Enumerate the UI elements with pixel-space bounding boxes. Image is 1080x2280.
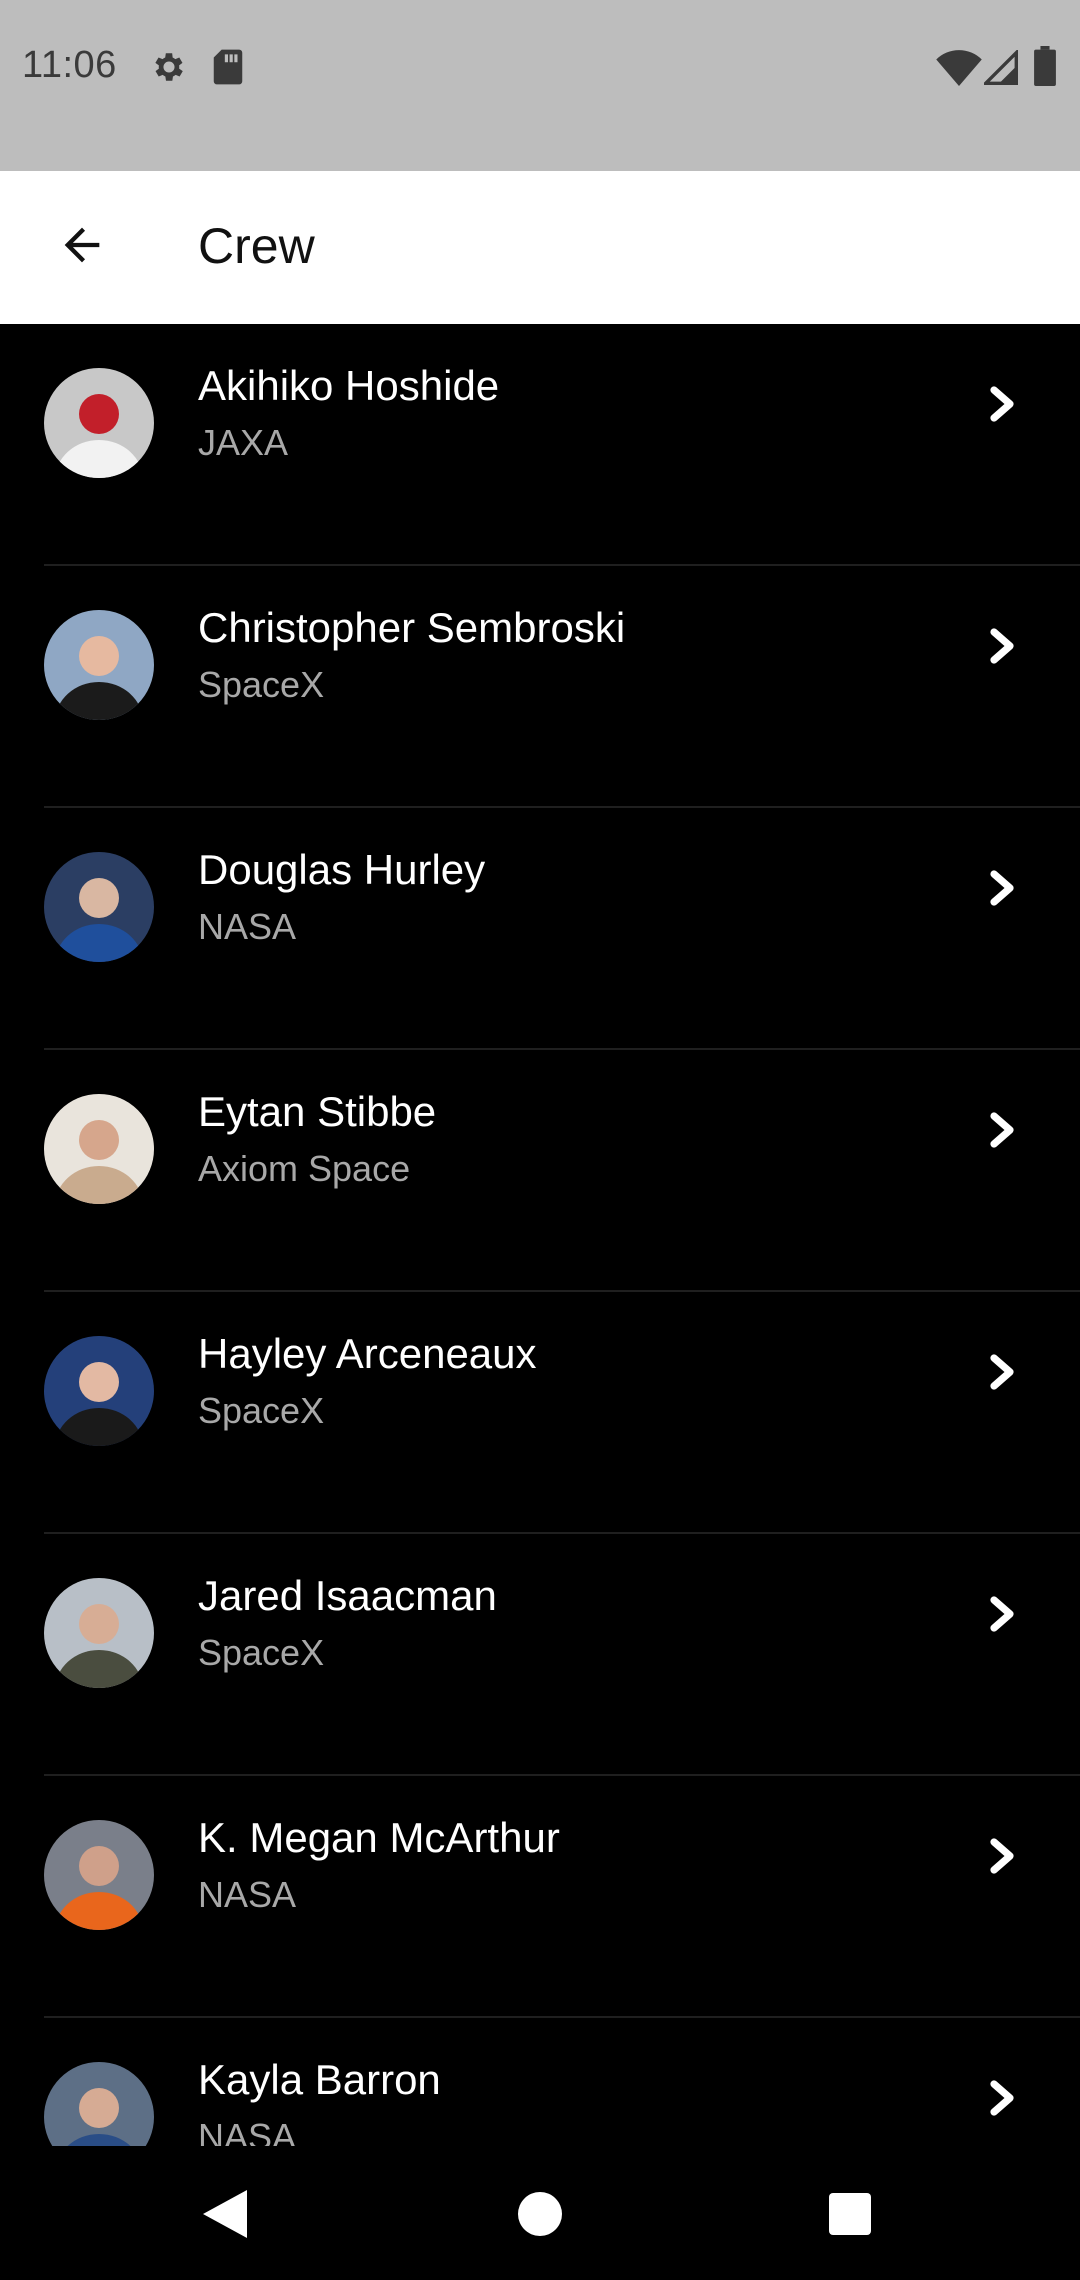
battery-icon [1034,46,1056,91]
nav-recents-button[interactable] [810,2176,890,2256]
chevron-right-icon [984,1106,1020,1154]
crew-name: K. Megan McArthur [198,1814,560,1861]
system-nav-bar [0,2146,1080,2280]
recents-square-icon [829,2192,871,2240]
crew-name: Eytan Stibbe [198,1088,437,1135]
app-bar: Crew [0,171,1080,324]
wifi-icon [936,50,982,91]
crew-list[interactable]: Akihiko Hoshide JAXA Christopher Sembroski… [0,324,1080,2146]
crew-agency: NASA [198,1874,297,1915]
chevron-right-icon [984,380,1020,428]
status-time: 11:06 [22,44,117,86]
crew-avatar [44,2062,154,2146]
cell-signal-icon [981,48,1018,91]
back-triangle-icon [203,2189,247,2243]
crew-list-item[interactable]: Akihiko Hoshide JAXA [0,324,1080,566]
crew-avatar [44,610,154,720]
chevron-right-icon [984,2074,1020,2122]
chevron-right-icon [984,1832,1020,1880]
crew-list-item[interactable]: Christopher Sembroski SpaceX [0,566,1080,808]
status-bar: 11:06 [0,0,1080,171]
crew-agency: SpaceX [198,664,325,705]
crew-agency: JAXA [198,422,289,463]
back-button[interactable] [36,201,128,293]
crew-list-item[interactable]: K. Megan McArthur NASA [0,1776,1080,2018]
chevron-right-icon [984,1348,1020,1396]
crew-agency: SpaceX [198,1390,325,1431]
page-title: Crew [198,218,315,274]
crew-name: Christopher Sembroski [198,604,626,651]
sd-card-icon [212,48,244,91]
nav-home-button[interactable] [500,2176,580,2256]
crew-avatar [44,1094,154,1204]
crew-list-item[interactable]: Hayley Arceneaux SpaceX [0,1292,1080,1534]
crew-name: Jared Isaacman [198,1572,497,1619]
chevron-right-icon [984,864,1020,912]
crew-avatar [44,1820,154,1930]
crew-list-item[interactable]: Jared Isaacman SpaceX [0,1534,1080,1776]
crew-avatar [44,1336,154,1446]
nav-back-button[interactable] [185,2176,265,2256]
crew-list-item[interactable]: Eytan Stibbe Axiom Space [0,1050,1080,1292]
crew-name: Akihiko Hoshide [198,362,500,409]
arrow-back-icon [56,219,108,276]
crew-name: Kayla Barron [198,2056,441,2103]
crew-name: Douglas Hurley [198,846,486,893]
chevron-right-icon [984,622,1020,670]
crew-name: Hayley Arceneaux [198,1330,537,1377]
crew-agency: SpaceX [198,1632,325,1673]
settings-gear-icon [150,48,188,91]
crew-avatar [44,1578,154,1688]
crew-agency: Axiom Space [198,1148,411,1189]
crew-list-item[interactable]: Douglas Hurley NASA [0,808,1080,1050]
home-circle-icon [518,2191,562,2241]
crew-agency: NASA [198,906,297,947]
chevron-right-icon [984,1590,1020,1638]
crew-agency: NASA [198,2116,297,2146]
crew-avatar [44,368,154,478]
crew-screen: 11:06 Crew Akihiko Hoshide JAXA Christop… [0,0,1080,2280]
crew-avatar [44,852,154,962]
crew-list-item[interactable]: Kayla Barron NASA [0,2018,1080,2146]
